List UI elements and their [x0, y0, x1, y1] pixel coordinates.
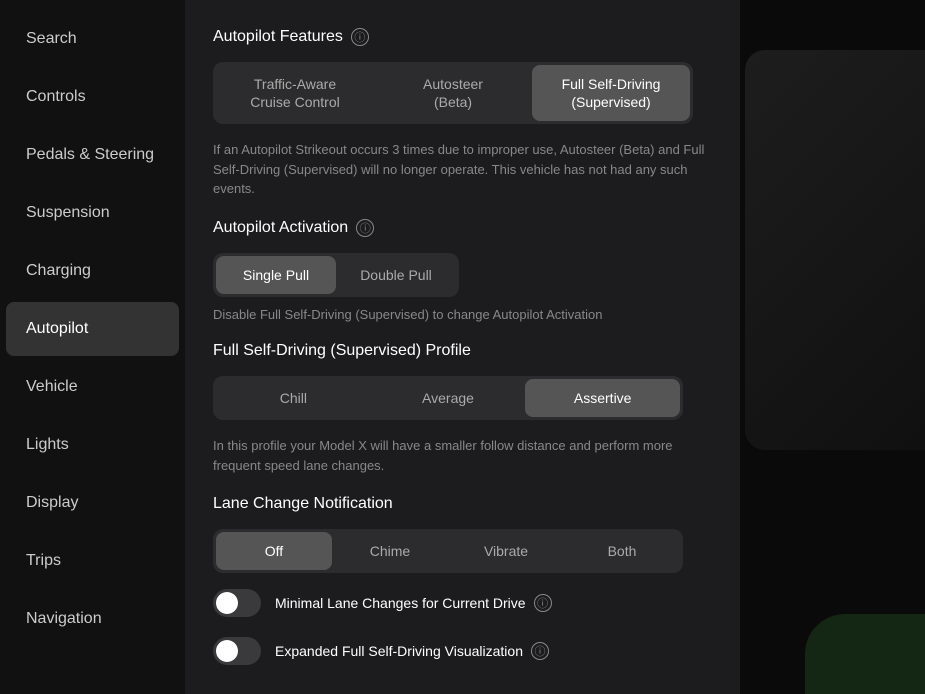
- tab-double-pull[interactable]: Double Pull: [336, 256, 456, 294]
- tab-autosteer[interactable]: Autosteer(Beta): [374, 65, 532, 121]
- autopilot-features-title: Autopilot Features ⓘ: [213, 28, 712, 46]
- expanded-fsd-viz-info-icon[interactable]: ⓘ: [531, 642, 549, 660]
- sidebar-item-suspension[interactable]: Suspension: [6, 186, 179, 240]
- main-content: Autopilot Features ⓘ Traffic-AwareCruise…: [185, 0, 740, 694]
- autopilot-activation-disable-text: Disable Full Self-Driving (Supervised) t…: [213, 307, 712, 322]
- lane-change-notification-tabs: Off Chime Vibrate Both: [213, 529, 683, 573]
- tab-chill[interactable]: Chill: [216, 379, 371, 417]
- sidebar-item-vehicle[interactable]: Vehicle: [6, 360, 179, 414]
- sidebar: Search Controls Pedals & Steering Suspen…: [0, 0, 185, 694]
- minimal-lane-changes-info-icon[interactable]: ⓘ: [534, 594, 552, 612]
- tab-assertive[interactable]: Assertive: [525, 379, 680, 417]
- autopilot-activation-tabs: Single Pull Double Pull: [213, 253, 459, 297]
- tab-traffic-aware-cruise[interactable]: Traffic-AwareCruise Control: [216, 65, 374, 121]
- sidebar-item-pedals-steering[interactable]: Pedals & Steering: [6, 128, 179, 182]
- tab-full-self-driving[interactable]: Full Self-Driving(Supervised): [532, 65, 690, 121]
- autopilot-activation-title: Autopilot Activation ⓘ: [213, 219, 712, 237]
- sidebar-item-search[interactable]: Search: [6, 12, 179, 66]
- autopilot-features-tabs: Traffic-AwareCruise Control Autosteer(Be…: [213, 62, 693, 124]
- sidebar-item-charging[interactable]: Charging: [6, 244, 179, 298]
- minimal-lane-changes-toggle[interactable]: [213, 589, 261, 617]
- sidebar-item-navigation[interactable]: Navigation: [6, 592, 179, 646]
- green-accent: [805, 614, 925, 694]
- tab-single-pull[interactable]: Single Pull: [216, 256, 336, 294]
- autopilot-activation-info-icon[interactable]: ⓘ: [356, 219, 374, 237]
- sidebar-item-lights[interactable]: Lights: [6, 418, 179, 472]
- minimal-lane-changes-label: Minimal Lane Changes for Current Drive ⓘ: [275, 594, 552, 612]
- sidebar-item-controls[interactable]: Controls: [6, 70, 179, 124]
- sidebar-item-autopilot[interactable]: Autopilot: [6, 302, 179, 356]
- tab-off[interactable]: Off: [216, 532, 332, 570]
- sidebar-item-trips[interactable]: Trips: [6, 534, 179, 588]
- tab-vibrate[interactable]: Vibrate: [448, 532, 564, 570]
- tab-chime[interactable]: Chime: [332, 532, 448, 570]
- minimal-lane-changes-row: Minimal Lane Changes for Current Drive ⓘ: [213, 589, 712, 617]
- car-silhouette: [745, 50, 925, 450]
- autopilot-features-info-text: If an Autopilot Strikeout occurs 3 times…: [213, 140, 712, 199]
- fsd-profile-tabs: Chill Average Assertive: [213, 376, 683, 420]
- expanded-fsd-viz-row: Expanded Full Self-Driving Visualization…: [213, 637, 712, 665]
- expanded-fsd-viz-toggle[interactable]: [213, 637, 261, 665]
- expanded-fsd-viz-label: Expanded Full Self-Driving Visualization…: [275, 642, 549, 660]
- lane-change-notification-title: Lane Change Notification: [213, 495, 712, 513]
- tab-average[interactable]: Average: [371, 379, 526, 417]
- fsd-profile-title: Full Self-Driving (Supervised) Profile: [213, 342, 712, 360]
- sidebar-item-display[interactable]: Display: [6, 476, 179, 530]
- right-panel: [740, 0, 925, 694]
- autopilot-features-info-icon[interactable]: ⓘ: [351, 28, 369, 46]
- tab-both[interactable]: Both: [564, 532, 680, 570]
- fsd-profile-info-text: In this profile your Model X will have a…: [213, 436, 712, 475]
